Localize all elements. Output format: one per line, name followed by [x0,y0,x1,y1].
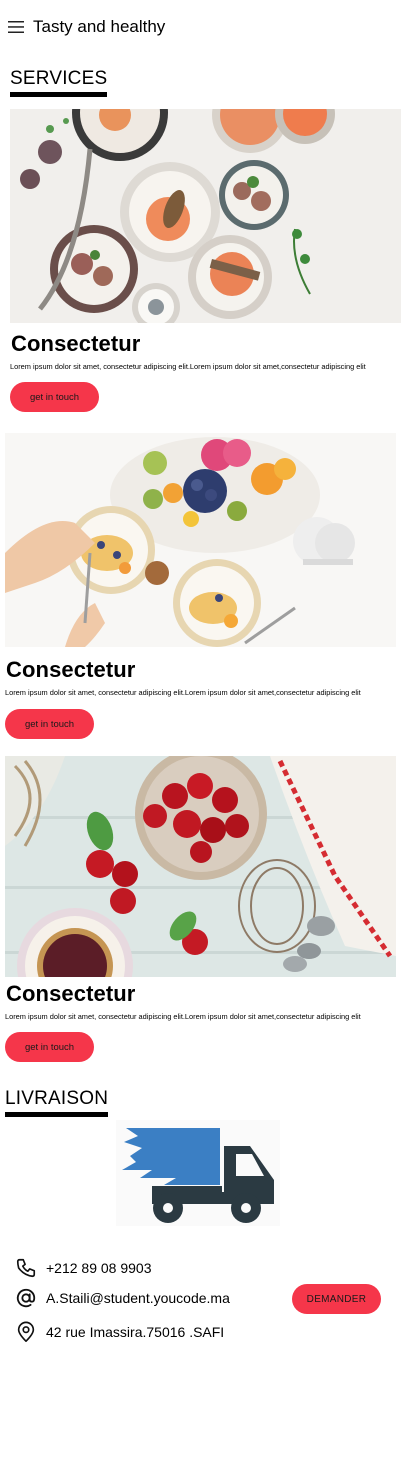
location-pin-icon [14,1320,38,1344]
service-image-1 [10,109,401,323]
phone-icon [14,1256,38,1280]
contact-address: 42 rue Imassira.75016 .SAFI [14,1320,224,1344]
livraison-heading: LIVRAISON [5,1088,109,1117]
service-text-1: Lorem ipsum dolor sit amet, consectetur … [10,362,366,371]
service-title-2: Consectetur [6,657,136,682]
get-in-touch-button-1[interactable]: get in touch [10,382,99,412]
get-in-touch-button-3[interactable]: get in touch [5,1032,94,1062]
app-header: Tasty and healthy [8,14,165,40]
brand-title: Tasty and healthy [33,17,166,36]
services-heading: SERVICES [10,68,108,97]
service-text-3: Lorem ipsum dolor sit amet, consectetur … [5,1012,361,1021]
services-heading-text: SERVICES [10,68,108,89]
hamburger-menu-icon[interactable] [8,20,26,34]
contact-phone: +212 89 08 9903 [14,1256,152,1280]
address-text: 42 rue Imassira.75016 .SAFI [46,1324,225,1340]
get-in-touch-button-2[interactable]: get in touch [5,709,94,739]
phone-number: +212 89 08 9903 [46,1260,152,1276]
delivery-truck-icon [116,1120,280,1226]
livraison-heading-text: LIVRAISON [5,1088,109,1109]
service-title-1: Consectetur [11,331,141,356]
email-address: A.Staili@student.youcode.ma [46,1290,230,1306]
contact-email: A.Staili@student.youcode.ma [14,1286,230,1310]
demander-button[interactable]: DEMANDER [292,1284,381,1314]
service-image-2 [5,433,396,647]
at-sign-icon [14,1286,38,1310]
heading-underline [5,1112,109,1117]
heading-underline [10,92,108,97]
service-image-3 [5,756,396,977]
service-title-3: Consectetur [6,981,136,1006]
service-text-2: Lorem ipsum dolor sit amet, consectetur … [5,688,361,697]
